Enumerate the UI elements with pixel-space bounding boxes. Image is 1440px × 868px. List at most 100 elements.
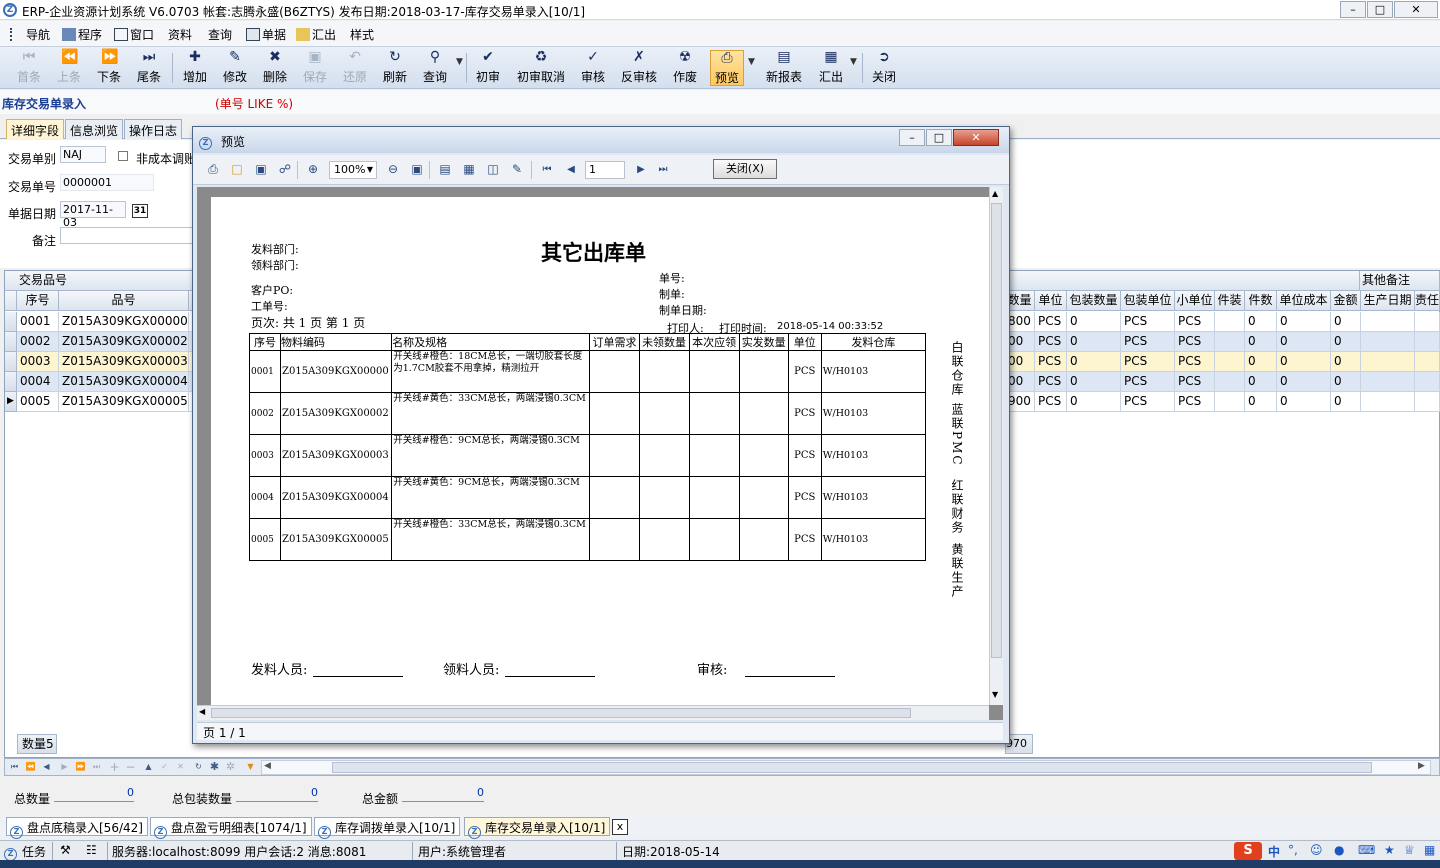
nav-filter-icon[interactable]: ▼ [243, 760, 258, 774]
doctab-stock-transfer[interactable]: Z 库存调拨单录入[10/1] [314, 817, 461, 839]
grid-cell-amount[interactable]: 0 [1331, 372, 1361, 392]
preview-close-window-button[interactable]: ✕ [953, 129, 999, 146]
grid-cell-empty[interactable] [1415, 352, 1440, 372]
nav-prev-icon[interactable]: ◀ [39, 760, 54, 774]
doctab-stock-transaction[interactable]: Z 库存交易单录入[10/1] [464, 817, 611, 839]
grid-cell-amount[interactable]: 0 [1331, 392, 1361, 412]
nav-next-page-icon[interactable]: ⏩ [73, 760, 88, 774]
calendar-icon[interactable]: 31 [132, 204, 148, 218]
grid-cell-unit[interactable]: PCS [1035, 332, 1067, 352]
query-dropdown-icon[interactable]: ▼ [456, 57, 463, 67]
maximize-button[interactable]: □ [1367, 1, 1393, 18]
single-page-icon[interactable]: ▤ [437, 162, 453, 177]
grid-cell-pieces[interactable]: 0 [1245, 352, 1277, 372]
scroll-thumb[interactable] [991, 203, 1002, 658]
open-folder-icon[interactable]: □ [229, 162, 245, 177]
doctab-stock-profit-loss[interactable]: Z 盘点盈亏明细表[1074/1] [150, 817, 312, 839]
grid-cell-empty[interactable] [1361, 392, 1415, 412]
first-record-button[interactable]: ⏮ 首条 [14, 50, 44, 86]
grid-cell-pkg-unit[interactable]: PCS [1121, 332, 1175, 352]
next-record-button[interactable]: ⏩ 下条 [94, 50, 124, 86]
scroll-thumb[interactable] [211, 708, 911, 718]
tools-icon[interactable]: ⚒ [60, 843, 71, 857]
undo-button[interactable]: ↶ 还原 [340, 50, 370, 86]
zoom-select[interactable]: 100% ▼ [329, 161, 377, 179]
refresh-button[interactable]: ↻ 刷新 [380, 50, 410, 86]
doctab-stock-count-draft[interactable]: Z 盘点底稿录入[56/42] [6, 817, 148, 839]
grid-header-pkg-unit[interactable]: 包装单位 [1121, 291, 1175, 311]
void-button[interactable]: ☢ 作废 [670, 50, 700, 86]
ime-punct[interactable]: °, [1288, 843, 1298, 857]
grid-header-item[interactable]: 品号 [59, 291, 189, 311]
grid-cell-cost[interactable]: 0 [1277, 332, 1331, 352]
grid-cell-cost[interactable]: 0 [1277, 312, 1331, 332]
query-button[interactable]: ⚲ 查询 [420, 50, 450, 86]
tab-detail-fields[interactable]: 详细字段 [6, 119, 65, 139]
book-icon[interactable]: ◫ [485, 162, 501, 177]
zoom-out-icon[interactable]: ⊖ [385, 162, 401, 177]
skin-icon[interactable]: ★ [1384, 843, 1395, 857]
row-indicator[interactable] [5, 332, 17, 352]
grid-cell-empty[interactable] [1215, 352, 1245, 372]
noncost-checkbox[interactable] [118, 151, 128, 161]
tray-menu-icon[interactable]: ▦ [1424, 843, 1435, 857]
find-icon[interactable]: ☍ [277, 162, 293, 177]
clothes-icon[interactable]: ♕ [1404, 843, 1415, 857]
grid-cell-pieces[interactable]: 0 [1245, 392, 1277, 412]
grid-header-seq[interactable]: 序号 [17, 291, 59, 311]
task-button[interactable]: 任务 [22, 843, 46, 860]
grid-cell-item[interactable]: Z015A309KGX00002 [59, 332, 189, 352]
preview-vertical-scrollbar[interactable]: ▲ ▼ [989, 187, 1003, 705]
row-indicator[interactable] [5, 352, 17, 372]
grid-header-prod-date[interactable]: 生产日期 [1361, 291, 1415, 311]
grid-cell-seq[interactable]: 0004 [17, 372, 59, 392]
grid-cell-item[interactable]: Z015A309KGX00005 [59, 392, 189, 412]
new-report-button[interactable]: ▤ 新报表 [764, 50, 804, 86]
grid-cell-amount[interactable]: 0 [1331, 312, 1361, 332]
grid-header-amount[interactable]: 金额 [1331, 291, 1361, 311]
nav-last-icon[interactable]: ⏭ [89, 760, 104, 774]
grid-cell-empty[interactable] [1215, 392, 1245, 412]
nav-add-icon[interactable]: + [107, 760, 122, 774]
no-input[interactable]: 0000001 [60, 174, 154, 191]
row-indicator[interactable] [5, 312, 17, 332]
prev-record-button[interactable]: ⏪ 上条 [54, 50, 84, 86]
grid-cell-pieces[interactable]: 0 [1245, 372, 1277, 392]
grid-cell-empty[interactable] [1361, 332, 1415, 352]
edit-button[interactable]: ✎ 修改 [220, 50, 250, 86]
grid-cell-pkg-qty[interactable]: 0 [1067, 352, 1121, 372]
fit-page-icon[interactable]: ▣ [409, 162, 425, 177]
preview-dropdown-icon[interactable]: ▼ [748, 57, 755, 67]
nav-remove-icon[interactable]: − [123, 760, 138, 774]
date-input[interactable]: 2017-11-03 [60, 201, 126, 229]
grid-cell-amount[interactable]: 0 [1331, 352, 1361, 372]
ime-mode[interactable]: 中 [1268, 843, 1280, 860]
grid-cell-empty[interactable] [1215, 332, 1245, 352]
grid-cell-pkg-qty[interactable]: 0 [1067, 392, 1121, 412]
ime-logo-icon[interactable]: S [1234, 842, 1262, 860]
nav-goto-bookmark-icon[interactable]: ✲ [223, 760, 238, 774]
grid-cell-empty[interactable] [1215, 312, 1245, 332]
nav-next-icon[interactable]: ▶ [57, 760, 72, 774]
scroll-left-icon[interactable]: ◀ [199, 707, 205, 716]
grid-header-pieces[interactable]: 件数 [1245, 291, 1277, 311]
scroll-thumb[interactable] [332, 762, 1372, 773]
grid-cell-cost[interactable]: 0 [1277, 372, 1331, 392]
grid-cell-item[interactable]: Z015A309KGX00000 [59, 312, 189, 332]
close-preview-button[interactable]: 关闭(X) [713, 159, 777, 179]
grid-header-pkg-qty[interactable]: 包装数量 [1067, 291, 1121, 311]
multi-page-icon[interactable]: ▦ [461, 162, 477, 177]
unreview-button[interactable]: ✗ 反审核 [618, 50, 660, 86]
nav-refresh-icon[interactable]: ↻ [191, 760, 206, 774]
add-button[interactable]: ✚ 增加 [180, 50, 210, 86]
menu-window[interactable]: 窗口 [114, 26, 154, 43]
scroll-up-icon[interactable]: ▲ [992, 189, 998, 198]
grid-cell-empty[interactable] [1361, 372, 1415, 392]
menu-document[interactable]: 单据 [246, 26, 286, 43]
menu-program[interactable]: 程序 [62, 26, 102, 43]
edit-report-icon[interactable]: ✎ [509, 162, 525, 177]
export-button[interactable]: ▦ 汇出 [816, 50, 846, 86]
grid-cell-small-unit[interactable]: PCS [1175, 372, 1215, 392]
grid-cell-pkg-qty[interactable]: 0 [1067, 312, 1121, 332]
row-indicator[interactable] [5, 372, 17, 392]
